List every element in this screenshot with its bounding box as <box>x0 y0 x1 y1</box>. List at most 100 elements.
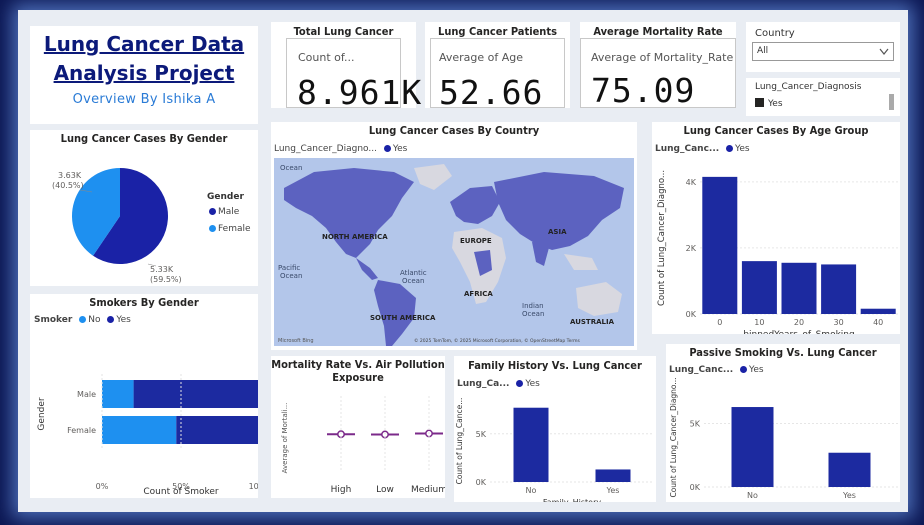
bar-20[interactable] <box>781 262 817 314</box>
x-tick-label: 40 <box>873 318 883 327</box>
passive-smoking-bar-chart[interactable]: 0K5KNoYesPassive_SmokerCount of Lung_Can… <box>666 344 900 502</box>
y-tick-label: Female <box>67 426 96 435</box>
bar-yes[interactable] <box>828 452 871 487</box>
kpi-card-average-age[interactable]: Lung Cancer Patients Average of Age 52.6… <box>425 22 570 112</box>
kpi-box: Average of Mortality_Rate 75.09 <box>580 38 736 110</box>
bar-male-no[interactable] <box>102 380 134 408</box>
family-history-bar-chart[interactable]: 0K 5K No Yes Family_History Count of Lung_Can… <box>454 356 656 502</box>
diagnosis-option-label: Yes <box>768 99 783 109</box>
map-label-australia: AUSTRALIA <box>570 318 615 326</box>
map-label-arctic-ocean: Ocean <box>280 164 302 172</box>
bar-0[interactable] <box>702 176 738 314</box>
report-title-line2: Analysis Project <box>53 61 235 85</box>
family-history-card: Family History Vs. Lung Cancer Lung_Ca..… <box>454 356 656 502</box>
bar-10[interactable] <box>741 261 777 314</box>
age-group-bar-chart[interactable]: 0K 2K 4K 0 10 20 30 40 binnedYears_of_Smoking Cou… <box>652 122 900 334</box>
map-label-pacific: Pacific <box>278 264 300 272</box>
bing-logo: Microsoft Bing <box>278 338 314 344</box>
checkbox-icon[interactable] <box>755 98 764 107</box>
y-tick-label: 0K <box>476 478 487 487</box>
map-label-north-america: NORTH AMERICA <box>322 233 388 241</box>
legend-dot <box>209 207 216 215</box>
report-canvas: Lung Cancer Data Analysis Project Overvi… <box>18 10 908 512</box>
map-credits[interactable]: © 2025 TomTom, © 2025 Microsoft Corporat… <box>414 337 581 344</box>
x-axis-title: Air_Pollution_Exposure <box>332 497 422 498</box>
legend-label: Male <box>218 207 240 217</box>
y-tick-label: 5K <box>476 430 487 439</box>
x-tick-label: High <box>331 485 352 495</box>
x-tick-label: 30 <box>834 318 844 327</box>
map-label-africa: AFRICA <box>464 290 493 298</box>
kpi-box: Average of Age 52.66 <box>430 38 565 112</box>
bar-no[interactable] <box>731 407 774 487</box>
pie-data-label-male-pct: (59.5%) <box>150 275 182 284</box>
x-tick-label: 20 <box>794 318 804 327</box>
diagnosis-option-yes[interactable]: Yes <box>755 98 783 109</box>
country-slicer-label: Country <box>755 28 795 39</box>
map-label-pacific-ocean: Ocean <box>280 272 302 280</box>
kpi-value: 8.961K <box>297 73 423 112</box>
map-legend: Lung_Cancer_Diagno... Yes <box>274 144 407 154</box>
x-tick-label: 0% <box>96 482 109 491</box>
kpi-value: 52.66 <box>439 73 544 112</box>
x-tick-label: Medium <box>411 485 445 495</box>
bar-no[interactable] <box>513 407 549 482</box>
x-tick-label: Low <box>376 485 394 495</box>
x-tick-label: 100% <box>249 482 258 491</box>
legend-label[interactable]: Yes <box>393 144 408 154</box>
bar-yes[interactable] <box>595 469 631 482</box>
mortality-dot-chart[interactable]: High Low Medium Air_Pollution_Exposure Avera… <box>271 356 445 498</box>
x-tick-label: Yes <box>606 486 620 495</box>
map-label-south-america: SOUTH AMERICA <box>370 314 436 322</box>
country-dropdown[interactable]: All <box>752 42 894 61</box>
smokers-by-gender-card: Smokers By Gender Smoker No Yes Male Fema… <box>30 294 258 498</box>
mortality-vs-pollution-card: Mortality Rate Vs. Air Pollution Exposur… <box>271 356 445 498</box>
gender-pie-card: Lung Cancer Cases By Gender 5.33K (59.5%)… <box>30 130 258 286</box>
pie-legend-title: Gender <box>207 192 244 202</box>
kpi-card-total-patients[interactable]: Total Lung Cancer Patients Count of... 8… <box>271 22 421 112</box>
bar-female-yes[interactable] <box>176 416 258 444</box>
report-subtitle: Overview By Ishika A <box>72 92 216 107</box>
chevron-down-icon <box>879 48 889 55</box>
y-axis-title: Average of Mortali... <box>281 403 289 474</box>
y-axis-title: Gender <box>37 397 47 430</box>
bar-female-no[interactable] <box>102 416 177 444</box>
kpi-box: Count of... 8.961K <box>286 38 421 112</box>
bar-30[interactable] <box>821 264 857 314</box>
pie-data-label-female-pct: (40.5%) <box>52 181 84 190</box>
kpi-label: Average of Mortality_Rate <box>591 51 734 64</box>
bar-40[interactable] <box>860 308 896 314</box>
legend-title: Lung_Cancer_Diagno... <box>274 144 377 154</box>
age-group-card: Lung Cancer Cases By Age Group Lung_Canc… <box>652 122 900 334</box>
y-tick-label: 0K <box>686 310 697 319</box>
x-tick-label: No <box>747 491 758 500</box>
kpi-card-mortality-rate[interactable]: Average Mortality Rate Average of Mortal… <box>580 22 736 110</box>
kpi-title: Average Mortality Rate <box>593 25 723 38</box>
diagnosis-slicer: Lung_Cancer_Diagnosis Yes <box>746 78 900 116</box>
y-axis-title: Count of Lung_Cancer_Diagno... <box>657 170 667 306</box>
slicer-scrollbar[interactable] <box>889 94 894 110</box>
report-title-line1: Lung Cancer Data <box>43 32 245 56</box>
y-tick-label: 4K <box>686 178 697 187</box>
diagnosis-slicer-label: Lung_Cancer_Diagnosis <box>755 82 862 92</box>
pie-legend-male[interactable]: Male <box>205 207 239 217</box>
country-slicer: Country All <box>746 22 900 72</box>
map-label-asia: ASIA <box>548 228 567 236</box>
x-axis-title: Family_History <box>543 498 601 502</box>
pie-data-label-female: 3.63K <box>58 171 82 180</box>
map-label-europe: EUROPE <box>460 237 492 245</box>
pie-legend-female[interactable]: Female <box>205 224 251 234</box>
bar-male-yes[interactable] <box>133 380 258 408</box>
country-map-card: Lung Cancer Cases By Country Lung_Cancer… <box>271 122 637 350</box>
title-card: Lung Cancer Data Analysis Project Overvi… <box>30 26 258 124</box>
chart-title: Lung Cancer Cases By Country <box>368 124 540 137</box>
kpi-label: Average of Age <box>439 51 524 64</box>
legend-dot <box>383 144 391 152</box>
map-label-indian-ocean: Ocean <box>522 310 544 318</box>
smokers-bar-chart[interactable]: MaleFemale0%50%100%Count of SmokerGender <box>30 294 258 498</box>
map-label-atlantic-ocean: Ocean <box>402 277 424 285</box>
y-tick-label: 2K <box>686 244 697 253</box>
y-tick-label: 0K <box>690 483 701 492</box>
x-axis-title: Count of Smoker <box>143 487 219 497</box>
world-map[interactable]: NORTH AMERICA EUROPE ASIA AFRICA SOUTH A… <box>274 158 634 346</box>
